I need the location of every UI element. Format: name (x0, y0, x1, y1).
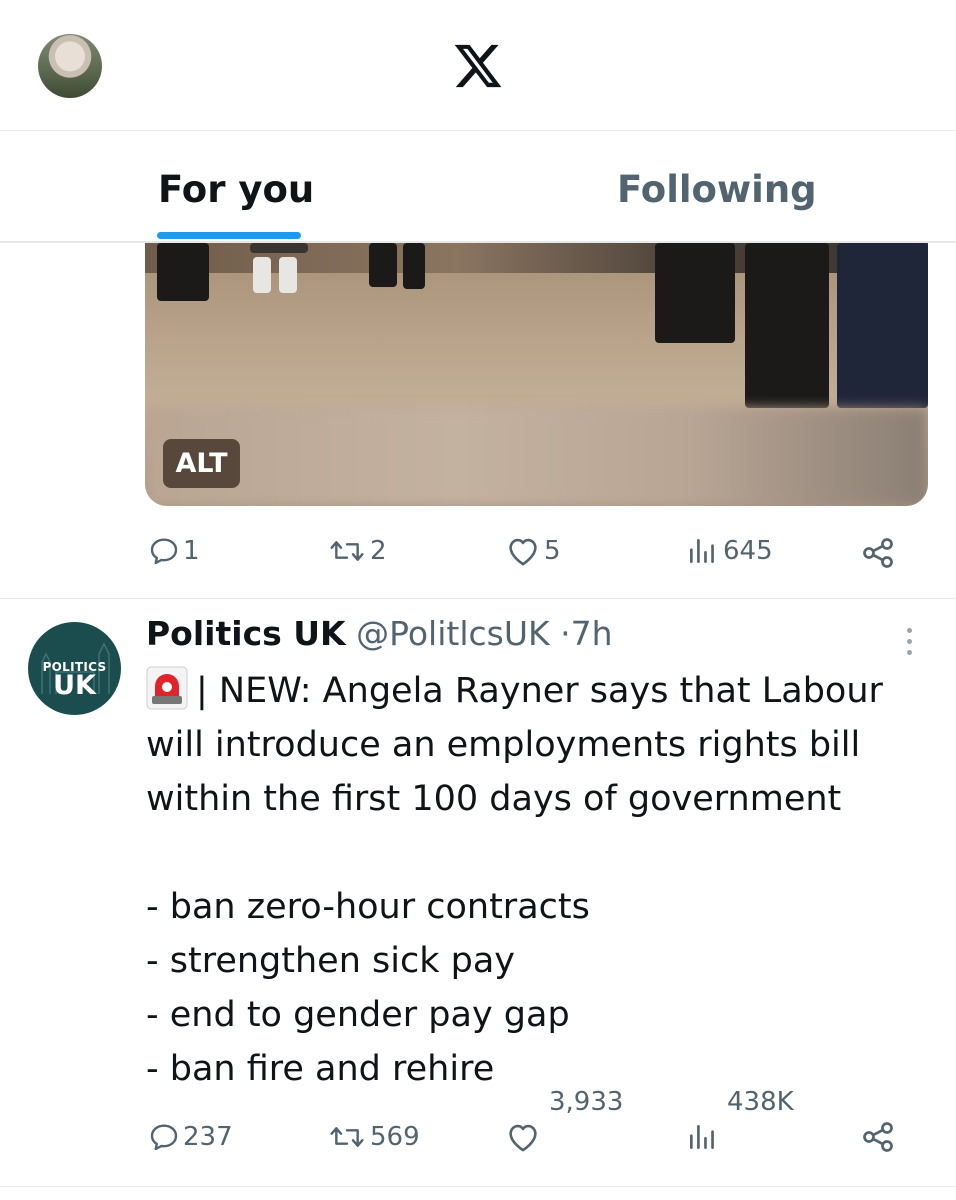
post-time[interactable]: 7h (571, 614, 613, 653)
reply-count: 237 (183, 1122, 233, 1152)
like-button[interactable] (505, 1121, 541, 1153)
more-options-icon[interactable] (902, 628, 916, 658)
post-text-line: - ban fire and rehire (146, 1049, 495, 1089)
media-figure (837, 243, 928, 408)
post-text-line: - end to gender pay gap (146, 995, 570, 1035)
post-line-1: | NEW: Angela Rayner says that Labour (146, 664, 936, 718)
author-handle[interactable]: @PolitlcsUK (356, 614, 550, 653)
repost-button[interactable]: 569 (327, 1121, 420, 1153)
media-figure (655, 243, 735, 343)
politics-uk-avatar[interactable]: POLITICS UK (28, 622, 121, 715)
profile-avatar[interactable] (38, 34, 102, 98)
active-tab-indicator (157, 232, 301, 239)
repost-count: 2 (370, 536, 387, 566)
tab-for-you[interactable]: For you (158, 168, 314, 211)
siren-emoji-icon (146, 666, 188, 710)
post-text-line: - ban zero-hour contracts (146, 887, 590, 927)
views-button[interactable] (684, 1121, 720, 1153)
post-text-line (146, 826, 936, 880)
post-text-line: will introduce an employments rights bil… (146, 725, 861, 765)
reply-icon (150, 538, 178, 565)
view-count: 645 (723, 536, 773, 566)
post-media-image[interactable] (145, 243, 928, 506)
repost-icon (330, 541, 364, 561)
alt-badge[interactable]: ALT (163, 439, 240, 488)
reply-count: 1 (183, 536, 200, 566)
heart-icon (509, 1124, 537, 1152)
share-button[interactable] (860, 535, 896, 571)
post-divider (0, 598, 956, 599)
media-blur (145, 408, 928, 506)
view-count: 438K (727, 1087, 794, 1117)
post-text-line: - strengthen sick pay (146, 941, 515, 981)
analytics-icon (690, 539, 714, 563)
share-icon (863, 1122, 893, 1152)
reply-button[interactable]: 237 (148, 1121, 233, 1153)
media-figure (403, 243, 425, 289)
x-logo-icon[interactable] (452, 40, 504, 92)
share-icon (863, 538, 893, 568)
post-header: Politics UK @PolitlcsUK ·7h (146, 614, 613, 653)
analytics-icon (690, 1125, 714, 1149)
meta-separator: · (560, 614, 571, 653)
tab-following[interactable]: Following (617, 168, 817, 211)
reply-button[interactable]: 1 (148, 535, 200, 567)
like-button[interactable]: 5 (505, 535, 561, 567)
share-button[interactable] (860, 1119, 896, 1155)
header-divider (0, 130, 956, 131)
repost-count: 569 (370, 1122, 420, 1152)
media-figure (279, 257, 297, 293)
media-figure (250, 243, 308, 253)
post-text-line: | NEW: Angela Rayner says that Labour (196, 671, 883, 711)
reply-icon (150, 1124, 178, 1151)
views-button[interactable]: 645 (684, 535, 773, 567)
media-figure (157, 243, 209, 301)
avatar-label-uk: UK (53, 670, 96, 701)
post-text-line: within the first 100 days of government (146, 779, 842, 819)
author-name[interactable]: Politics UK (146, 614, 346, 653)
like-count: 5 (544, 536, 561, 566)
post-text: | NEW: Angela Rayner says that Labour wi… (146, 664, 936, 1096)
media-figure (745, 243, 829, 408)
heart-icon (509, 538, 537, 566)
repost-icon (330, 1127, 364, 1147)
media-figure (369, 243, 397, 287)
like-count: 3,933 (549, 1087, 624, 1117)
repost-button[interactable]: 2 (327, 535, 387, 567)
media-figure (253, 257, 271, 293)
post-divider (0, 1186, 956, 1187)
